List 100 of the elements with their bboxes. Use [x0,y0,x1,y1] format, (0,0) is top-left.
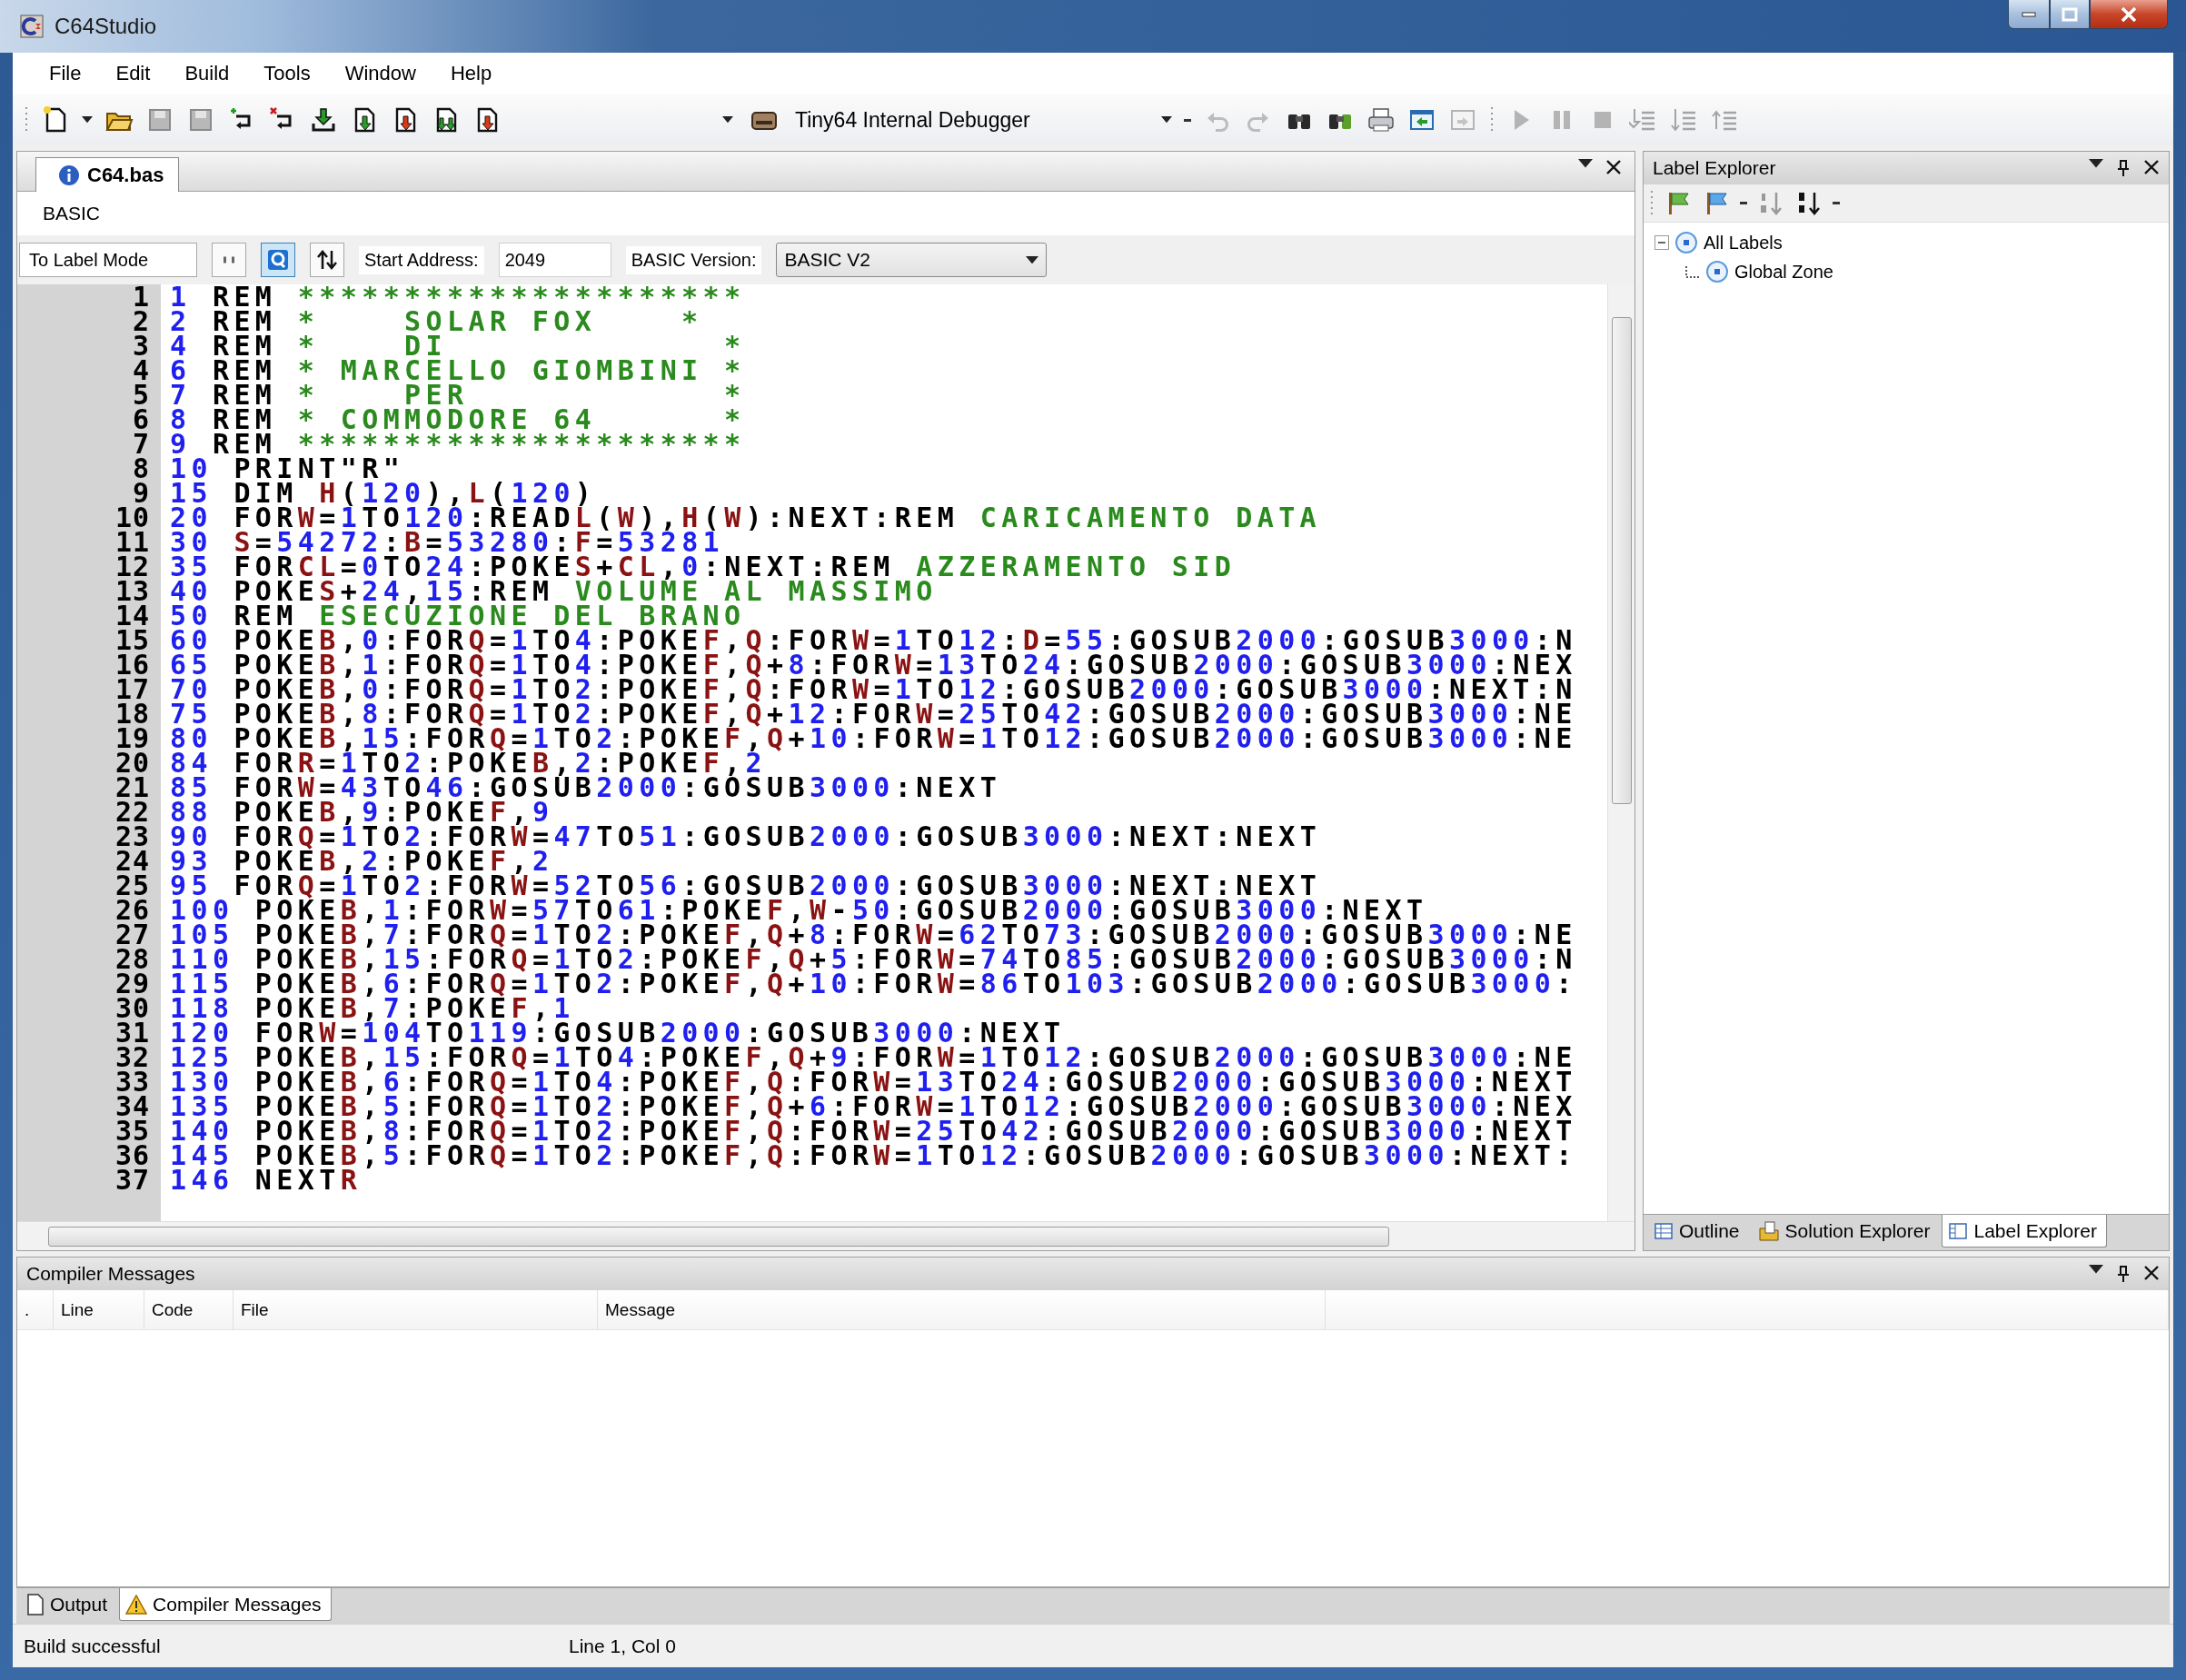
menu-item[interactable]: Tools [245,62,327,85]
line-number: 32 [114,1045,150,1069]
panel-tab[interactable]: Label Explorer [1942,1215,2107,1248]
code-line: 4 REM * DI * [170,333,747,358]
debugger-name[interactable]: Tiny64 Internal Debugger [795,107,1030,133]
code-line: 70 POKE B,0:FOR Q=1 TO 2:POKE F,Q:FORW=1 TO 12:GOSUB 2000:GOSUB 3000:NEXT:N [170,677,1578,701]
line-number: 2 [131,309,150,333]
close-button[interactable] [2090,0,2168,29]
code-line: 100 POKE B,1:FORW=57 TO 61:POKE F,W-50:GOSUB 2000:GOSUB 3000:NEXT [170,898,1429,922]
panel-tab[interactable]: Outline [1647,1215,1750,1248]
line-number: 35 [114,1118,150,1143]
code-line: 95 FOR Q=1 TO 2:FORW=52 TO 56:GOSUB 2000:GOSUB 3000:NEXT:NEXT [170,873,1323,898]
menu-item[interactable]: File [31,62,98,85]
dropdown-caret-icon[interactable] [82,116,93,124]
code-line: 30 S=54272:B=53280:F=53281 [170,530,725,554]
code-line: 2 REM * SOLAR FOX * [170,309,704,333]
code-line: 10 PRINT"R" [170,456,405,481]
line-number: 14 [114,603,150,628]
line-number: 8 [131,456,150,481]
panel-tab[interactable]: Solution Explorer [1751,1215,1941,1248]
window-title: C64Studio [55,14,157,39]
menu-item[interactable]: Build [166,62,246,85]
code-line: 50 REM ESECUZIONE DEL BRANO [170,603,746,628]
dropdown-caret-icon[interactable] [722,116,733,124]
pane-menu-caret-icon[interactable] [2089,159,2103,168]
printer-icon[interactable] [1366,105,1396,134]
maximize-button[interactable] [2050,0,2090,29]
document-icon [26,1593,45,1615]
column-header[interactable]: . [17,1290,54,1329]
panel-icon [1948,1220,1969,1241]
quote-toggle[interactable] [212,243,246,277]
line-number: 10 [114,505,150,530]
line-number: 34 [114,1094,150,1118]
line-number: 37 [114,1168,150,1192]
code-line: 120 FORW=104 TO 119:GOSUB 2000:GOSUB 3000:NEXT [170,1020,1066,1045]
basic-version-label: BASIC Version: [625,245,762,274]
line-number: 1 [131,284,150,309]
app-logo-icon [20,15,44,38]
line-number: 33 [114,1069,150,1094]
collapse-toggle[interactable] [1654,235,1669,250]
code-line: 145 POKE B,5:FORQ=1 TO 2:POKE F,Q:FORW=1 TO 12:GOSUB 2000:GOSUB 3000:NEXT: [170,1143,1578,1168]
dropdown-caret-icon[interactable] [1026,255,1039,264]
document-tab[interactable]: C64.bas [35,157,180,192]
start-address-field[interactable]: 2049 [498,243,611,277]
minimize-button[interactable] [2008,0,2050,29]
pane-menu-caret-icon[interactable] [2089,1265,2103,1274]
q-toggle[interactable] [261,243,295,277]
code-line: 125 POKE B,15:FOR Q=1 TO 4:POKE F,Q+9:FORW=1 TO 12:GOSUB 2000:GOSUB 3000:NE [170,1045,1578,1069]
code-line: 80 POKE B,15:FORQ=1 TO 2:POKE F,Q+10:FORW=1 TO 12:GOSUB 2000:GOSUB 3000:NE [170,726,1578,751]
code-line: 130 POKE B,6:FORQ=1 TO 4:POKE F,Q:FORW=13 TO 24:GOSUB 2000:GOSUB 3000:NEXT [170,1069,1578,1094]
pin-icon[interactable] [2116,159,2131,177]
status-message: Build successful [24,1635,162,1657]
code-line: 115 POKE B,6:FORQ=1 TO 2:POKE F,Q+10:FORW=86 TO 103:GOSUB 2000:GOSUB 3000: [170,971,1578,996]
pin-icon[interactable] [2116,1265,2131,1283]
line-number: 6 [131,407,150,432]
vertical-scrollbar[interactable] [1607,284,1635,1221]
info-icon [58,164,80,186]
column-header[interactable]: Message [598,1290,1326,1329]
sort-toggle[interactable] [310,243,344,277]
line-number: 24 [114,849,150,873]
code-line: 140 POKE B,8:FORQ=1 TO 2:POKE F,Q:FORW=25 TO 42:GOSUB 2000:GOSUB 3000:NEXT [170,1118,1578,1143]
tree-label[interactable]: All Labels [1704,232,1783,253]
line-number: 18 [114,701,150,726]
label-mode-button[interactable]: To Label Mode [19,243,197,277]
close-icon[interactable] [2143,159,2160,175]
menu-item[interactable]: Edit [97,62,167,85]
panel-tab[interactable]: Output [20,1588,118,1621]
close-icon[interactable] [2143,1265,2160,1281]
pane-menu-caret-icon[interactable] [1578,159,1593,168]
basic-version-select[interactable]: BASIC V2 [776,243,1048,277]
folder-document-icon [1757,1220,1780,1241]
line-number: 15 [114,628,150,652]
code-line: 105 POKE B,7:FORQ=1 TO 2:POKE F,Q+8:FORW=62 TO 73:GOSUB 2000:GOSUB 3000:NE [170,922,1578,947]
code-line: 65 POKE B,1:FOR Q=1 TO 4:POKE F,Q+8:FORW=13 TO 24:GOSUB 2000:GOSUB 3000:NEX [170,652,1578,677]
panel-tab[interactable]: Compiler Messages [119,1588,332,1621]
maximize-icon [2062,6,2078,22]
code-line: 8 REM * COMMODORE 64 * [170,407,747,432]
dropdown-caret-icon[interactable] [1161,116,1172,124]
warning-icon [125,1594,148,1615]
line-number: 3 [131,333,150,358]
label-node-icon [1705,260,1729,283]
line-number: 22 [114,800,150,824]
menu-item[interactable]: Help [432,62,509,85]
line-number: 29 [114,971,150,996]
up-down-arrows-icon [316,249,338,271]
code-line: 1 REM ********************* [170,284,747,309]
code-line: 15 DIM H(120),L(120) [170,481,598,505]
menu-item[interactable]: Window [326,62,432,85]
column-header[interactable]: Code [144,1290,234,1329]
line-number: 17 [114,677,150,701]
column-header[interactable]: File [234,1290,598,1329]
line-number: 21 [114,775,150,800]
code-line: 7 REM * PER * [170,383,747,407]
dash-icon [1740,202,1747,204]
column-header[interactable]: Line [54,1290,144,1329]
close-icon[interactable] [1605,159,1622,175]
line-number: 4 [131,358,150,383]
tree-label[interactable]: Global Zone [1734,261,1833,283]
line-number: 30 [114,996,150,1020]
tree-connector [1685,265,1700,278]
